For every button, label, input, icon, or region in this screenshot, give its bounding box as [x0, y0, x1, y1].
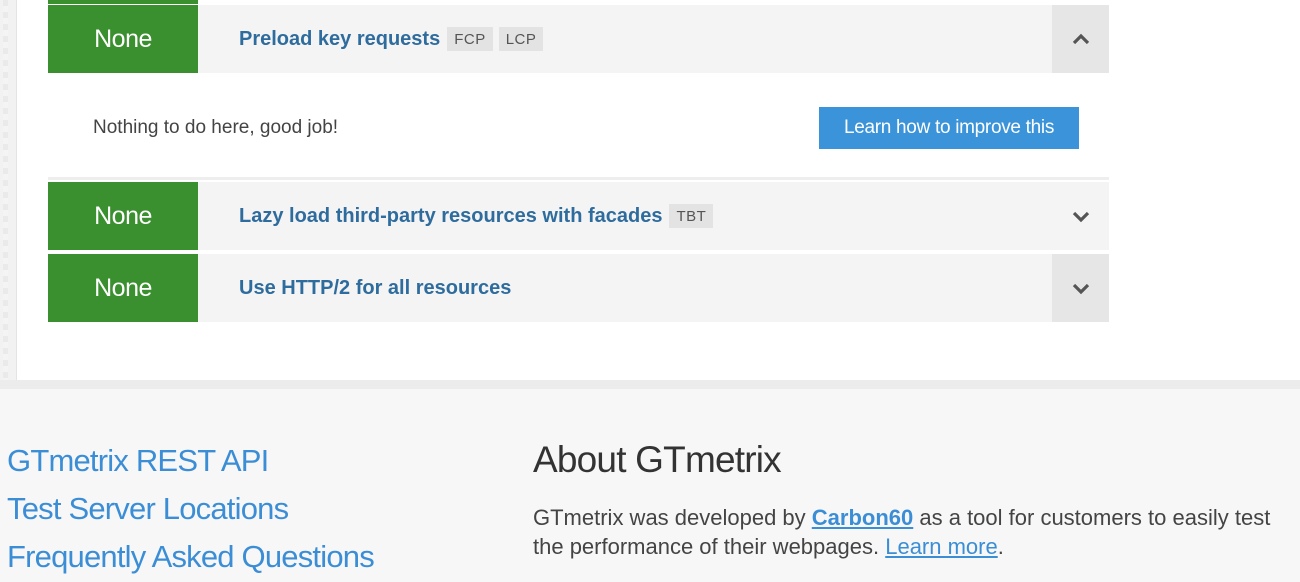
site-footer: GTmetrix REST API Test Server Locations … [0, 380, 1300, 582]
audit-title[interactable]: Lazy load third-party resources with fac… [239, 205, 662, 228]
chevron-down-icon [1072, 211, 1089, 223]
footer-link-rest-api[interactable]: GTmetrix REST API [7, 437, 374, 485]
grade-badge: None [48, 254, 198, 322]
audit-panel: None Preload key requests FCP LCP Nothin… [18, 0, 1300, 380]
about-text: GTmetrix was developed by Carbon60 as a … [533, 503, 1300, 561]
expand-toggle[interactable] [1052, 182, 1109, 250]
grade-badge: None [48, 182, 198, 250]
about-text-end: . [997, 534, 1004, 559]
metric-tag-lcp: LCP [498, 27, 544, 51]
audit-title[interactable]: Preload key requests [239, 28, 440, 51]
audit-details-message: Nothing to do here, good job! [93, 117, 339, 138]
about-section: About GTmetrix GTmetrix was developed by… [533, 439, 1300, 561]
expand-toggle[interactable] [1052, 254, 1109, 322]
chevron-up-icon [1072, 33, 1089, 45]
grade-badge: None [48, 5, 198, 73]
audit-title-wrap: Use HTTP/2 for all resources [198, 254, 1052, 322]
audit-title[interactable]: Use HTTP/2 for all resources [239, 277, 511, 300]
left-rail [0, 0, 17, 380]
audit-title-wrap: Lazy load third-party resources with fac… [198, 182, 1052, 250]
footer-link-faq[interactable]: Frequently Asked Questions [7, 533, 375, 581]
audit-details: Nothing to do here, good job! Learn how … [48, 73, 1109, 180]
collapse-toggle[interactable] [1052, 5, 1109, 73]
learn-more-link[interactable]: Learn more [885, 534, 998, 559]
audit-row-preload-key-requests[interactable]: None Preload key requests FCP LCP [48, 5, 1109, 73]
metric-tag-fcp: FCP [447, 27, 493, 51]
audit-row-lazy-load-facades[interactable]: None Lazy load third-party resources wit… [48, 182, 1109, 250]
metric-tag-tbt: TBT [669, 204, 714, 228]
previous-grade-edge [48, 0, 198, 4]
chevron-down-icon [1072, 283, 1089, 295]
audit-title-wrap: Preload key requests FCP LCP [198, 5, 1052, 73]
footer-links: GTmetrix REST API Test Server Locations … [7, 437, 375, 581]
audit-row-use-http2[interactable]: None Use HTTP/2 for all resources [48, 254, 1109, 322]
about-title: About GTmetrix [533, 439, 782, 480]
carbon60-link[interactable]: Carbon60 [812, 505, 913, 530]
learn-how-to-improve-button[interactable]: Learn how to improve this [819, 107, 1079, 149]
about-text-start: GTmetrix was developed by [533, 505, 812, 530]
footer-link-test-server-locations[interactable]: Test Server Locations [7, 485, 374, 533]
